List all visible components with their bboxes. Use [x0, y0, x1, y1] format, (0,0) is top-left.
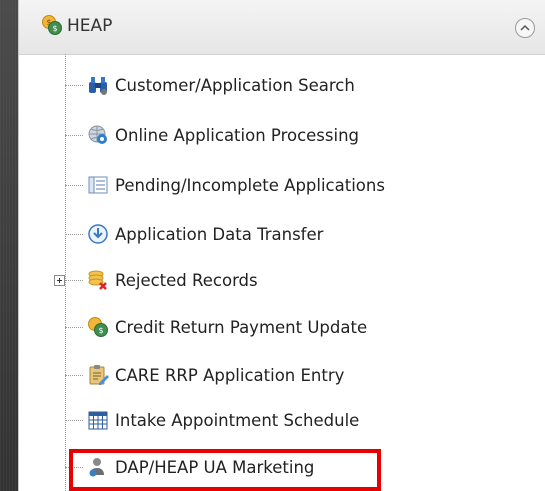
menu-item-pending-incomplete-applications[interactable]: Pending/Incomplete Applications	[65, 168, 385, 202]
selection-highlight-box	[69, 449, 381, 491]
menu-item-intake-appointment-schedule[interactable]: Intake Appointment Schedule	[65, 403, 359, 437]
globe-gear-icon	[88, 125, 107, 144]
collapse-button[interactable]	[515, 18, 535, 38]
chevron-up-icon	[520, 24, 530, 31]
menu-item-application-data-transfer[interactable]: Application Data Transfer	[65, 217, 323, 251]
clipboard-edit-icon	[89, 365, 109, 385]
calendar-grid-icon	[88, 411, 108, 430]
binoculars-icon	[89, 77, 107, 95]
menu-item-credit-return-payment-update[interactable]: $ Credit Return Payment Update	[65, 310, 367, 344]
menu-tree: Customer/Application Search Online Appli…	[19, 54, 545, 491]
menu-item-care-rrp-application-entry[interactable]: CARE RRP Application Entry	[65, 358, 344, 392]
coin-icon: $ $	[42, 15, 62, 35]
expand-rejected-records-toggle[interactable]	[54, 275, 65, 286]
svg-text:$: $	[52, 24, 57, 33]
panel-title: HEAP	[67, 16, 113, 36]
svg-text:$: $	[98, 326, 103, 335]
menu-item-customer-application-search[interactable]: Customer/Application Search	[65, 68, 355, 102]
menu-item-rejected-records[interactable]: Rejected Records	[65, 263, 258, 297]
document-list-icon	[88, 176, 108, 194]
download-circle-icon	[88, 224, 108, 244]
panel-header[interactable]: $ $ HEAP	[19, 0, 545, 55]
coin-refund-icon: $	[88, 317, 108, 337]
navigation-panel: $ $ HEAP Customer/Application Search Onl…	[18, 0, 545, 491]
coins-reject-icon	[88, 270, 107, 290]
menu-item-online-application-processing[interactable]: Online Application Processing	[65, 118, 359, 152]
